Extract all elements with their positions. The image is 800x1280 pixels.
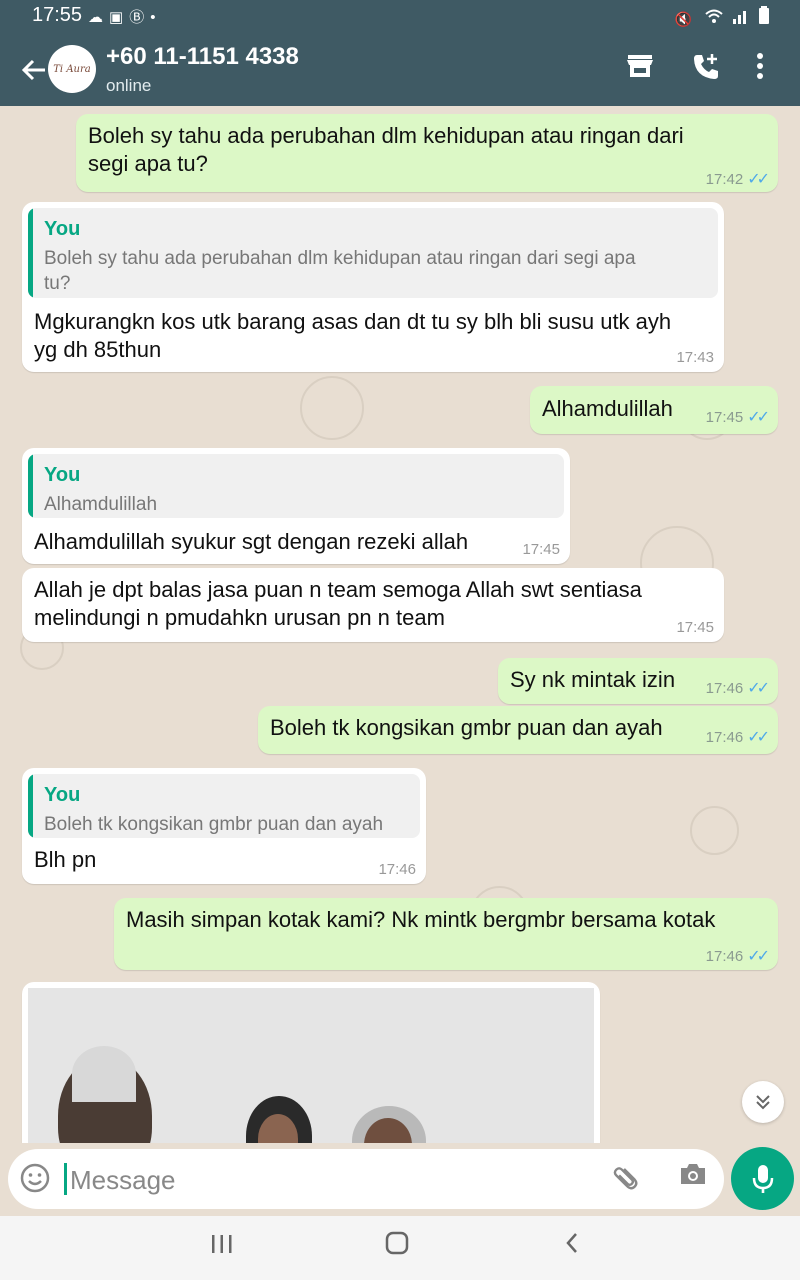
message-text: Sy nk mintak izin [510,667,676,692]
message-text: Allah je dpt balas jasa puan n team semo… [34,577,642,630]
camera-icon[interactable] [678,1161,708,1194]
mute-vibrate-icon: 🔇 [674,11,697,27]
message-text: Mgkurangkn kos utk barang asas dan dt tu… [34,309,672,362]
message-composer [8,1149,724,1209]
read-receipt-icon: ✓✓ [747,729,770,746]
message-time: 17:45 [522,541,560,558]
home-icon[interactable] [385,1230,409,1262]
double-chevron-down-icon [756,1095,770,1110]
mic-button[interactable] [731,1147,794,1210]
message-bubble-outgoing[interactable]: Boleh tk kongsikan gmbr puan dan ayah 17… [258,706,778,754]
message-time: 17:46 [705,729,744,746]
avatar-label: Ti Aura [53,63,91,75]
quote-text: Boleh sy tahu ada perubahan dlm kehidupa… [44,248,636,294]
message-bubble-incoming[interactable]: You Boleh tk kongsikan gmbr puan dan aya… [22,768,426,884]
message-bubble-incoming[interactable]: Allah je dpt balas jasa puan n team semo… [22,568,724,642]
quoted-message[interactable]: You Boleh sy tahu ada perubahan dlm kehi… [28,208,718,298]
quote-bar [28,774,33,838]
text-cursor [64,1163,67,1195]
message-meta: 17:46 ✓✓ [705,946,770,966]
b-badge-icon: Ⓑ [129,9,151,26]
photo-hair [72,1046,136,1102]
read-receipt-icon: ✓✓ [747,171,770,188]
quoted-message[interactable]: You Alhamdulillah [28,454,564,518]
message-text: Boleh sy tahu ada perubahan dlm kehidupa… [88,123,684,176]
quote-bar [28,208,33,298]
message-meta: 17:46 ✓✓ [705,678,770,698]
scroll-to-bottom-button[interactable] [742,1081,784,1123]
read-receipt-icon: ✓✓ [747,948,770,965]
contact-status: online [106,76,152,95]
status-left-icons: ☁▣Ⓑ• [88,6,161,27]
signal-icon [733,11,747,24]
message-input[interactable] [68,1159,612,1201]
battery-icon [759,6,769,24]
wifi-icon [705,9,723,23]
message-text: Alhamdulillah syukur sgt dengan rezeki a… [34,529,469,554]
message-bubble-outgoing[interactable]: Boleh sy tahu ada perubahan dlm kehidupa… [76,114,778,192]
system-nav-bar [0,1216,800,1280]
message-bubble-incoming[interactable]: You Boleh sy tahu ada perubahan dlm kehi… [22,202,724,372]
message-text: Alhamdulillah [542,396,673,421]
photo-image[interactable] [28,988,594,1143]
message-time: 17:45 [705,409,744,426]
dot-icon: • [150,9,162,26]
more-vert-icon[interactable] [740,52,780,88]
message-bubble-outgoing[interactable]: Sy nk mintak izin 17:46 ✓✓ [498,658,778,704]
mic-icon [752,1165,773,1193]
message-text: Masih simpan kotak kami? Nk mintk bergmb… [126,907,716,932]
quote-bar [28,454,33,518]
message-bubble-outgoing[interactable]: Alhamdulillah 17:45 ✓✓ [530,386,778,434]
cloud-icon: ☁ [88,9,109,26]
read-receipt-icon: ✓✓ [747,409,770,426]
message-time: 17:42 [705,171,744,188]
message-bubble-incoming[interactable]: You Alhamdulillah Alhamdulillah syukur s… [22,448,570,564]
quote-text: Alhamdulillah [44,494,158,515]
message-meta: 17:42 ✓✓ [705,169,770,189]
add-call-icon[interactable] [686,52,726,88]
quoted-message[interactable]: You Boleh tk kongsikan gmbr puan dan aya… [28,774,420,838]
message-meta: 17:45 ✓✓ [705,407,770,427]
message-meta: 17:46 ✓✓ [705,727,770,747]
image-icon: ▣ [109,9,130,26]
message-time: 17:46 [705,680,744,697]
message-time: 17:45 [676,619,714,636]
avatar[interactable]: Ti Aura [48,45,96,93]
message-text: Blh pn [34,847,97,872]
message-bubble-outgoing[interactable]: Masih simpan kotak kami? Nk mintk bergmb… [114,898,778,970]
wallpaper-doodle [300,376,364,440]
quote-text: Boleh tk kongsikan gmbr puan dan ayah [44,814,384,835]
attach-icon[interactable] [607,1159,651,1203]
back-arrow-icon[interactable] [16,50,52,90]
message-time: 17:46 [705,948,744,965]
message-text: Boleh tk kongsikan gmbr puan dan ayah [270,715,663,740]
shop-icon[interactable] [620,52,660,88]
wallpaper-doodle [690,806,739,855]
back-icon[interactable] [564,1230,580,1262]
status-bar: 17:55 ☁▣Ⓑ• 🔇 [0,0,800,34]
status-right-icons: 🔇 [675,6,770,28]
chat-area[interactable]: Boleh sy tahu ada perubahan dlm kehidupa… [0,106,800,1143]
contact-name[interactable]: +60 11-1151 4338 [106,43,299,71]
quote-author: You [44,218,81,240]
recent-apps-icon[interactable] [210,1230,234,1262]
quote-author: You [44,464,81,486]
emoji-icon[interactable] [20,1163,50,1200]
status-time: 17:55 [32,4,83,26]
chat-header: Ti Aura +60 11-1151 4338 online [0,34,800,106]
quote-author: You [44,784,81,806]
message-time: 17:46 [378,861,416,878]
read-receipt-icon: ✓✓ [747,680,770,697]
message-time: 17:43 [676,349,714,366]
